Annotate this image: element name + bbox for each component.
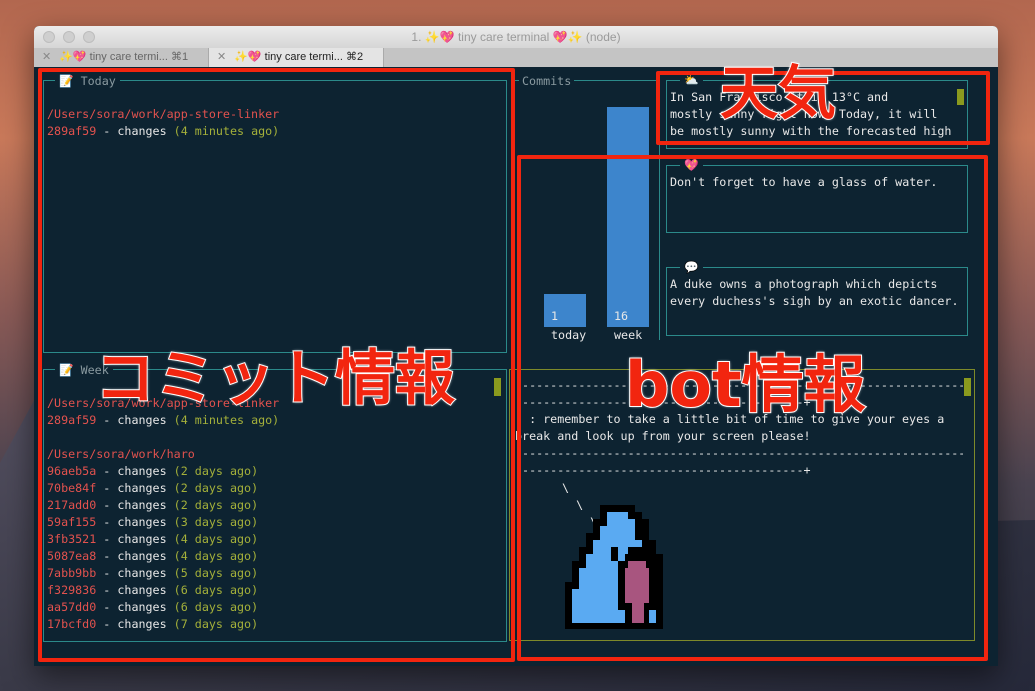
annotation-commits-label: コミット情報 bbox=[94, 343, 456, 415]
close-tab-icon[interactable]: ✕ bbox=[42, 51, 51, 63]
title-bar: 1. ✨💖 tiny care terminal 💖✨ (node) bbox=[34, 26, 998, 48]
annotation-weather-label: 天気 bbox=[719, 58, 837, 128]
tab-1[interactable]: ✕ ✨💖 tiny care termi... ⌘1 bbox=[34, 48, 209, 67]
tab-label: ✨💖 tiny care termi... bbox=[234, 51, 343, 63]
close-button[interactable] bbox=[43, 31, 55, 43]
zoom-button[interactable] bbox=[83, 31, 95, 43]
tab-bar: ✕ ✨💖 tiny care termi... ⌘1 ✕ ✨💖 tiny care … bbox=[34, 48, 998, 67]
window-title: 1. ✨💖 tiny care terminal 💖✨ (node) bbox=[411, 30, 621, 44]
annotation-bot-label: bot情報 bbox=[624, 347, 867, 422]
tab-shortcut: ⌘1 bbox=[170, 51, 189, 63]
tab-shortcut: ⌘2 bbox=[345, 51, 364, 63]
minimize-button[interactable] bbox=[63, 31, 75, 43]
commits-chart-title: Commits bbox=[519, 74, 575, 88]
tab-label: ✨💖 tiny care termi... bbox=[59, 51, 168, 63]
tab-2[interactable]: ✕ ✨💖 tiny care termi... ⌘2 bbox=[209, 48, 384, 67]
close-tab-icon[interactable]: ✕ bbox=[217, 51, 226, 63]
